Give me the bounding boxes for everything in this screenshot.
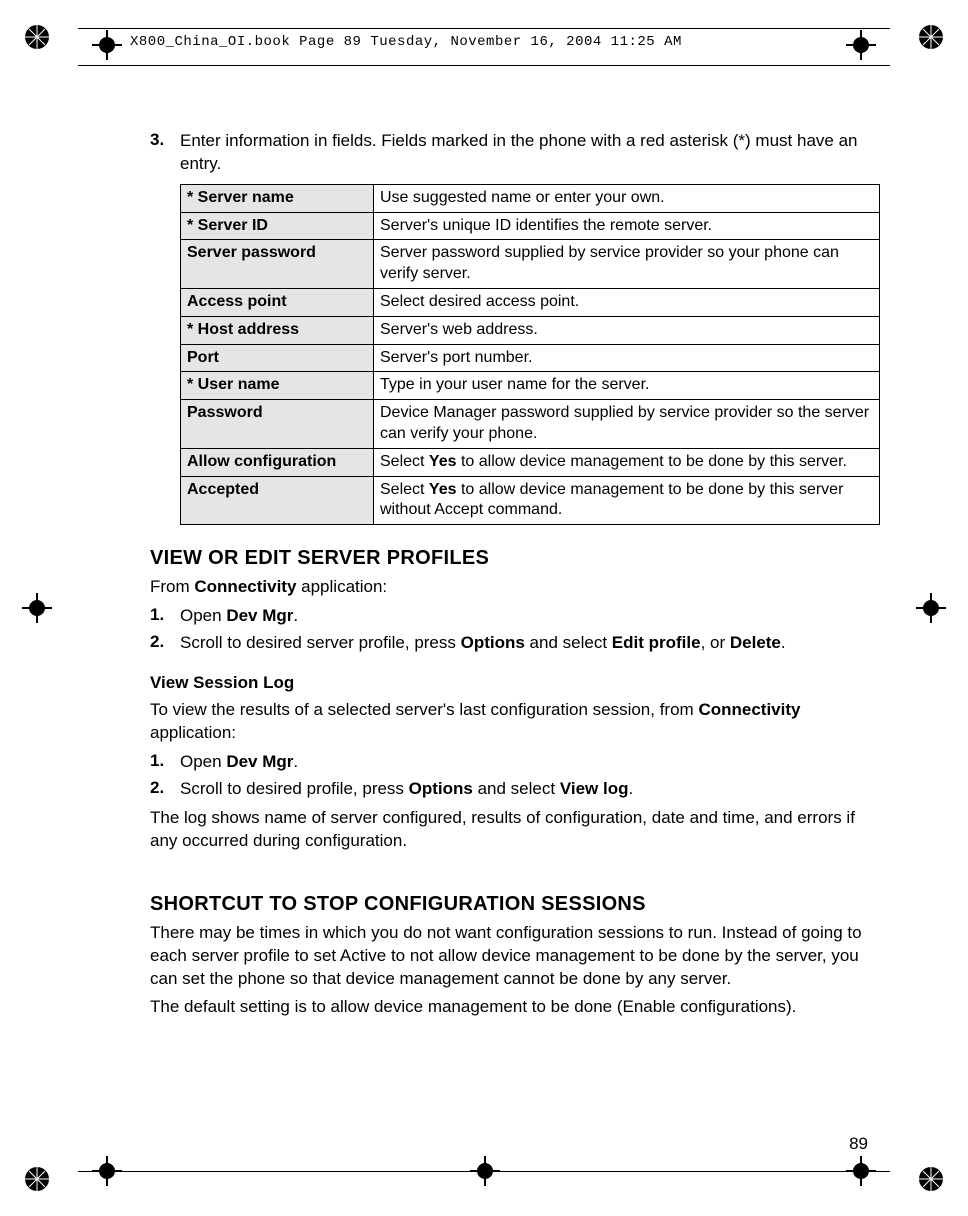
step-text: Enter information in fields. Fields mark… [180,130,870,176]
table-row: Server passwordServer password supplied … [181,240,880,289]
table-row: PortServer's port number. [181,344,880,372]
field-desc: Select desired access point. [374,289,880,317]
page-content: 3. Enter information in fields. Fields m… [150,130,870,1025]
table-row: * User nameType in your user name for th… [181,372,880,400]
table-row: * Server nameUse suggested name or enter… [181,184,880,212]
registration-mark-icon [916,22,946,52]
table-row: Allow configurationSelect Yes to allow d… [181,448,880,476]
list-item: 2.Scroll to desired server profile, pres… [150,632,870,655]
field-desc: Device Manager password supplied by serv… [374,400,880,449]
heading-view-edit: VIEW OR EDIT SERVER PROFILES [150,547,870,570]
field-desc: Type in your user name for the server. [374,372,880,400]
field-name: Password [181,400,374,449]
list-item: 1.Open Dev Mgr. [150,605,870,628]
field-name: * Server name [181,184,374,212]
step-text: Open Dev Mgr. [180,605,870,628]
table-row: * Server IDServer's unique ID identifies… [181,212,880,240]
heading-shortcut: SHORTCUT TO STOP CONFIGURATION SESSIONS [150,893,870,916]
fields-table: * Server nameUse suggested name or enter… [180,184,880,525]
shortcut-p1: There may be times in which you do not w… [150,922,870,991]
field-name: Port [181,344,374,372]
step-number: 2. [150,778,180,801]
step-text: Scroll to desired profile, press Options… [180,778,870,801]
field-desc: Select Yes to allow device management to… [374,448,880,476]
registration-mark-icon [916,1164,946,1194]
view-edit-from: From Connectivity application: [150,576,870,599]
list-item: 2.Scroll to desired profile, press Optio… [150,778,870,801]
field-name: Allow configuration [181,448,374,476]
list-item: 1.Open Dev Mgr. [150,751,870,774]
crop-mark-icon [916,593,946,623]
table-row: * Host addressServer's web address. [181,316,880,344]
step-text: Open Dev Mgr. [180,751,870,774]
field-desc: Use suggested name or enter your own. [374,184,880,212]
table-row: AcceptedSelect Yes to allow device manag… [181,476,880,525]
field-desc: Server's web address. [374,316,880,344]
field-name: * Host address [181,316,374,344]
header-filename: X800_China_OI.book Page 89 Tuesday, Nove… [130,34,682,50]
field-name: Accepted [181,476,374,525]
shortcut-p2: The default setting is to allow device m… [150,996,870,1019]
registration-mark-icon [22,1164,52,1194]
step-number: 3. [150,130,180,176]
field-desc: Server's unique ID identifies the remote… [374,212,880,240]
footer-rule [78,1171,890,1172]
crop-mark-icon [22,593,52,623]
field-name: * User name [181,372,374,400]
step-text: Scroll to desired server profile, press … [180,632,870,655]
field-desc: Select Yes to allow device management to… [374,476,880,525]
step-number: 1. [150,751,180,774]
field-desc: Server password supplied by service prov… [374,240,880,289]
step-3: 3. Enter information in fields. Fields m… [150,130,870,176]
registration-mark-icon [22,22,52,52]
heading-session-log: View Session Log [150,673,870,693]
field-name: * Server ID [181,212,374,240]
table-row: Access pointSelect desired access point. [181,289,880,317]
session-log-intro: To view the results of a selected server… [150,699,870,745]
step-number: 2. [150,632,180,655]
page-number: 89 [849,1134,868,1154]
field-desc: Server's port number. [374,344,880,372]
session-log-outro: The log shows name of server configured,… [150,807,870,853]
field-name: Server password [181,240,374,289]
step-number: 1. [150,605,180,628]
table-row: PasswordDevice Manager password supplied… [181,400,880,449]
field-name: Access point [181,289,374,317]
